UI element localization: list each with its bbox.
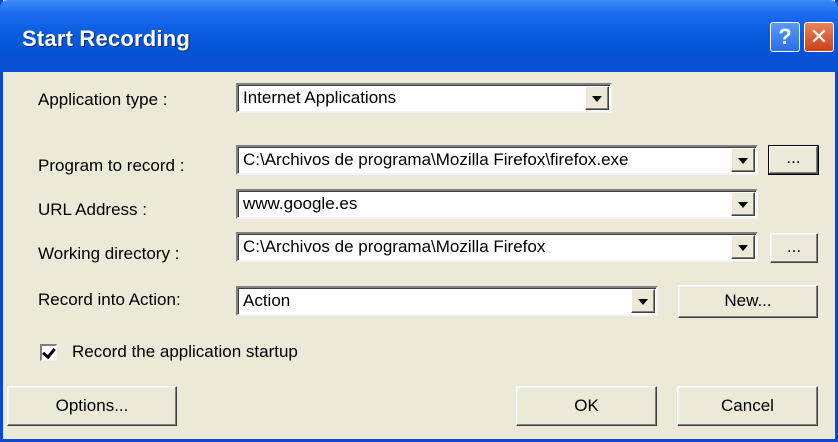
program-to-record-select[interactable]: C:\Archivos de programa\Mozilla Firefox\… xyxy=(236,145,758,175)
cancel-button[interactable]: Cancel xyxy=(677,386,818,426)
title-bar[interactable]: Start Recording ? ✕ xyxy=(0,0,838,72)
chevron-down-icon[interactable] xyxy=(631,289,655,313)
working-directory-browse-button[interactable]: ... xyxy=(770,233,818,263)
program-to-record-value: C:\Archivos de programa\Mozilla Firefox\… xyxy=(243,150,629,169)
close-icon: ✕ xyxy=(809,24,829,49)
ok-button[interactable]: OK xyxy=(516,386,657,426)
dialog-title: Start Recording xyxy=(22,26,191,51)
chevron-down-icon[interactable] xyxy=(731,235,755,259)
url-address-select[interactable]: www.google.es xyxy=(236,189,758,219)
options-button[interactable]: Options... xyxy=(7,386,177,426)
chevron-down-icon[interactable] xyxy=(731,148,755,172)
application-type-label: Application type : xyxy=(38,90,168,109)
record-into-action-select[interactable]: Action xyxy=(236,286,658,316)
application-type-value: Internet Applications xyxy=(243,88,397,107)
working-directory-value: C:\Archivos de programa\Mozilla Firefox xyxy=(243,237,546,256)
url-address-label: URL Address : xyxy=(38,200,147,219)
url-address-value: www.google.es xyxy=(243,194,358,213)
program-to-record-label: Program to record : xyxy=(38,156,185,175)
help-button[interactable]: ? xyxy=(770,22,800,52)
record-startup-checkbox[interactable] xyxy=(40,344,57,361)
help-icon: ? xyxy=(778,24,792,49)
application-type-select[interactable]: Internet Applications xyxy=(236,83,612,113)
working-directory-select[interactable]: C:\Archivos de programa\Mozilla Firefox xyxy=(236,232,758,262)
record-into-action-label: Record into Action: xyxy=(38,290,181,309)
working-directory-label: Working directory : xyxy=(38,244,180,263)
close-button[interactable]: ✕ xyxy=(804,22,834,52)
record-into-action-value: Action xyxy=(243,291,291,310)
chevron-down-icon[interactable] xyxy=(585,86,609,110)
start-recording-dialog: Start Recording ? ✕ Application type : I… xyxy=(0,0,838,442)
program-browse-button[interactable]: ... xyxy=(768,145,819,175)
new-action-button[interactable]: New... xyxy=(678,285,818,318)
record-startup-label[interactable]: Record the application startup xyxy=(72,342,298,362)
chevron-down-icon[interactable] xyxy=(731,192,755,216)
